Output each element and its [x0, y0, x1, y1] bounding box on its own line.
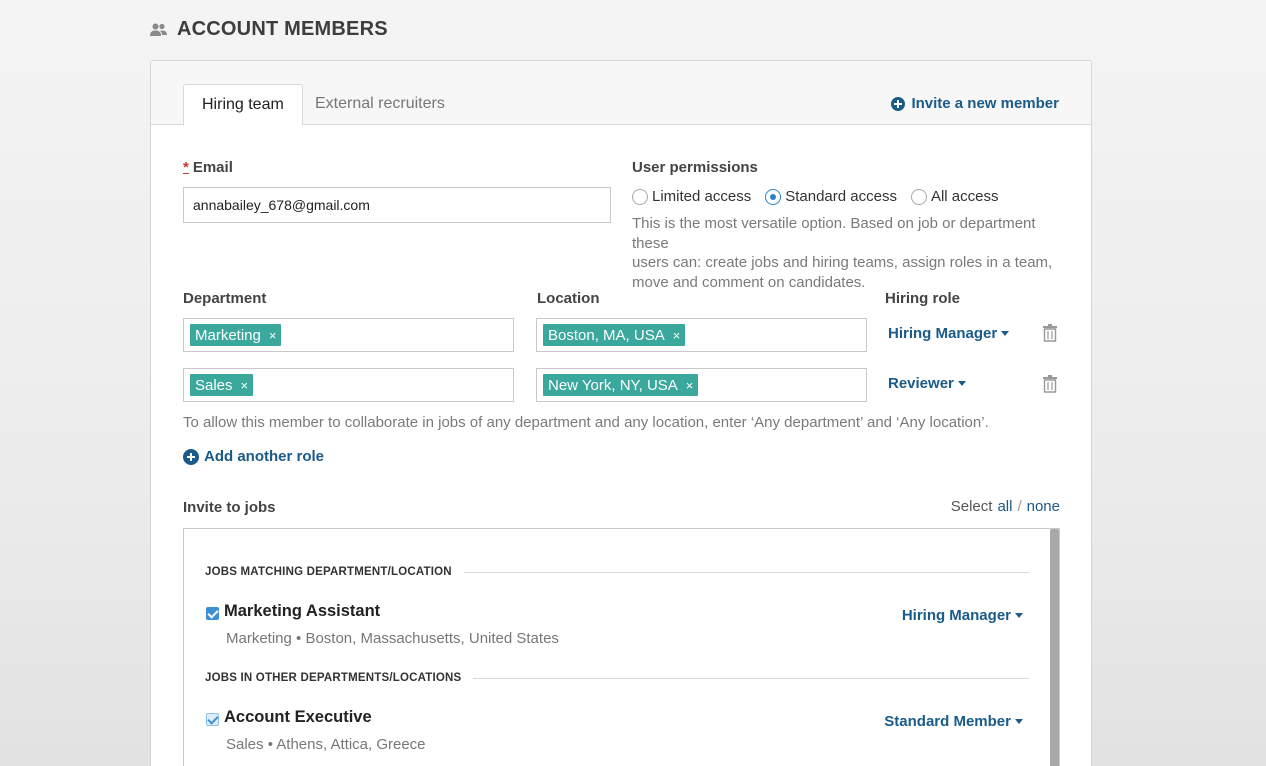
- invite-to-jobs-label: Invite to jobs: [183, 499, 276, 516]
- radio-label: Standard access: [785, 188, 897, 205]
- page-title: ACCOUNT MEMBERS: [177, 18, 388, 40]
- user-permissions-label: User permissions: [632, 159, 758, 176]
- hiring-role-label: Hiring role: [885, 290, 961, 307]
- job-role-dropdown[interactable]: Standard Member: [884, 713, 1023, 730]
- divider: [473, 677, 1029, 679]
- help-line: This is the most versatile option. Based…: [632, 215, 1036, 252]
- job-meta: Sales • Athens, Attica, Greece: [226, 736, 426, 753]
- email-label-text: Email: [192, 159, 233, 176]
- location-label: Location: [537, 290, 600, 307]
- radio-all-access[interactable]: All access: [910, 188, 999, 205]
- tag-remove-icon[interactable]: ×: [269, 328, 277, 343]
- section-heading-text: JOBS IN OTHER DEPARTMENTS/LOCATIONS: [205, 672, 462, 684]
- caret-down-icon: [957, 381, 966, 386]
- hiring-role-dropdown[interactable]: Hiring Manager: [888, 325, 1010, 342]
- page-header: ACCOUNT MEMBERS: [150, 18, 388, 41]
- department-label: Department: [183, 290, 267, 307]
- job-meta: Marketing • Boston, Massachusetts, Unite…: [226, 630, 559, 647]
- email-field[interactable]: [183, 187, 611, 223]
- members-panel: Hiring team External recruiters Invite a…: [150, 60, 1092, 766]
- role-dropdown-label: Hiring Manager: [888, 325, 998, 342]
- select-prefix: Select: [950, 498, 993, 515]
- trash-icon[interactable]: [1043, 375, 1057, 393]
- permissions-radio-group: Limited access Standard access All acces…: [632, 188, 1012, 205]
- role-dropdown-label: Reviewer: [888, 375, 954, 392]
- scrollbar[interactable]: [1050, 529, 1059, 766]
- trash-icon[interactable]: [1043, 324, 1057, 342]
- select-all-link[interactable]: all: [997, 498, 1012, 515]
- plus-circle-icon: [891, 96, 906, 111]
- department-tag: Sales ×: [190, 374, 254, 396]
- radio-label: Limited access: [652, 188, 752, 205]
- tag-remove-icon[interactable]: ×: [673, 328, 681, 343]
- help-line: move and comment on candidates.: [632, 273, 866, 291]
- radio-button-selected[interactable]: [765, 188, 782, 205]
- tag-remove-icon[interactable]: ×: [686, 378, 694, 393]
- radio-button[interactable]: [910, 188, 927, 205]
- tab-hiring-team[interactable]: Hiring team: [183, 84, 303, 126]
- hiring-role-dropdown[interactable]: Reviewer: [888, 375, 966, 392]
- location-tag: New York, NY, USA ×: [543, 374, 699, 396]
- add-role-label: Add another role: [204, 448, 325, 465]
- job-checkbox[interactable]: [206, 713, 219, 726]
- people-icon: [150, 23, 167, 36]
- tag-label: Marketing: [195, 326, 261, 344]
- caret-down-icon: [1015, 719, 1023, 724]
- radio-standard-access[interactable]: Standard access: [765, 188, 897, 205]
- radio-button[interactable]: [632, 188, 648, 205]
- department-input[interactable]: Marketing ×: [183, 318, 514, 352]
- job-title: Marketing Assistant: [224, 602, 381, 620]
- job-title: Account Executive: [224, 708, 372, 726]
- job-checkbox[interactable]: [206, 607, 219, 620]
- plus-circle-icon: [183, 448, 199, 465]
- help-line: users can: create jobs and hiring teams,…: [632, 254, 1053, 271]
- permissions-help: This is the most versatile option. Based…: [632, 214, 1062, 292]
- location-input[interactable]: New York, NY, USA ×: [536, 368, 867, 402]
- invite-new-member-link[interactable]: Invite a new member: [891, 95, 1059, 112]
- select-separator: /: [1017, 498, 1022, 515]
- caret-down-icon: [1001, 331, 1010, 336]
- any-department-hint: To allow this member to collaborate in j…: [183, 414, 989, 431]
- section-heading-text: JOBS MATCHING DEPARTMENT/LOCATION: [205, 566, 452, 578]
- tag-label: Boston, MA, USA: [548, 326, 665, 344]
- radio-limited-access[interactable]: Limited access: [632, 188, 751, 205]
- section-heading: JOBS IN OTHER DEPARTMENTS/LOCATIONS: [205, 672, 1029, 684]
- department-input[interactable]: Sales ×: [183, 368, 514, 402]
- required-mark: *: [183, 159, 189, 176]
- add-another-role-link[interactable]: Add another role: [183, 448, 324, 465]
- email-label: * Email: [183, 159, 233, 176]
- tag-label: New York, NY, USA: [548, 376, 678, 394]
- location-tag: Boston, MA, USA ×: [543, 324, 686, 346]
- job-role-dropdown[interactable]: Hiring Manager: [902, 607, 1023, 624]
- divider: [463, 571, 1029, 573]
- tag-label: Sales: [195, 376, 233, 394]
- tag-remove-icon[interactable]: ×: [241, 378, 249, 393]
- select-all-none: Select all / none: [951, 498, 1060, 515]
- invite-new-member-label: Invite a new member: [911, 95, 1059, 112]
- role-dropdown-label: Standard Member: [884, 713, 1011, 730]
- role-dropdown-label: Hiring Manager: [901, 607, 1011, 624]
- radio-label: All access: [930, 188, 999, 205]
- caret-down-icon: [1015, 613, 1023, 618]
- tab-external-recruiters[interactable]: External recruiters: [297, 84, 463, 126]
- tab-bar: Hiring team External recruiters Invite a…: [151, 61, 1091, 126]
- section-heading: JOBS MATCHING DEPARTMENT/LOCATION: [205, 566, 1029, 578]
- location-input[interactable]: Boston, MA, USA ×: [536, 318, 867, 352]
- jobs-list: JOBS MATCHING DEPARTMENT/LOCATION Market…: [183, 528, 1060, 766]
- department-tag: Marketing ×: [190, 324, 282, 346]
- select-none-link[interactable]: none: [1027, 498, 1060, 515]
